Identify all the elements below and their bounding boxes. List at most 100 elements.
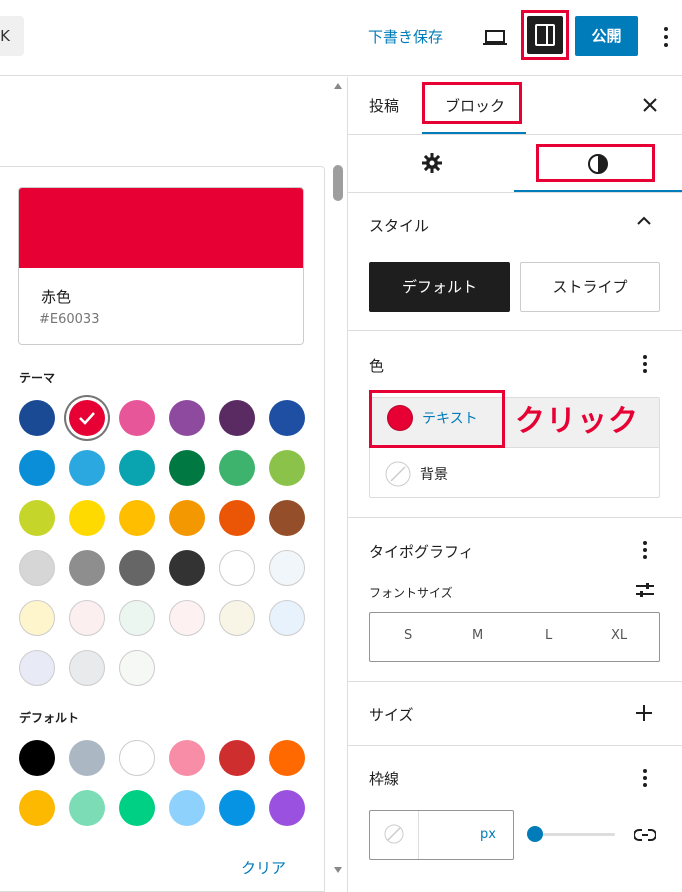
- theme-color-swatch[interactable]: [119, 650, 155, 686]
- theme-color-swatch[interactable]: [119, 400, 155, 436]
- font-size-xl[interactable]: XL: [611, 628, 627, 643]
- border-color-none-icon[interactable]: [384, 824, 404, 844]
- theme-color-swatch[interactable]: [119, 550, 155, 586]
- font-size-s[interactable]: S: [404, 628, 412, 643]
- styles-tab-highlight[interactable]: [536, 144, 655, 182]
- theme-color-swatch[interactable]: [219, 600, 255, 636]
- back-button[interactable]: K: [0, 16, 24, 56]
- border-width-slider-thumb[interactable]: [527, 826, 543, 842]
- check-icon: [79, 412, 95, 425]
- theme-color-swatch[interactable]: [69, 500, 105, 536]
- clear-color-button[interactable]: クリア: [241, 857, 286, 878]
- theme-color-swatch[interactable]: [269, 600, 305, 636]
- default-color-swatch[interactable]: [119, 740, 155, 776]
- preview-laptop-icon[interactable]: [482, 24, 508, 50]
- border-width-slider-track[interactable]: [535, 833, 615, 836]
- unlink-sides-icon[interactable]: [634, 826, 656, 844]
- gear-icon[interactable]: [420, 151, 444, 175]
- chevron-up-icon[interactable]: [636, 215, 652, 227]
- scroll-down-arrow-icon[interactable]: [334, 867, 342, 873]
- typography-panel-title: タイポグラフィ: [369, 543, 474, 561]
- tab-block[interactable]: ブロック: [445, 95, 505, 116]
- selected-color-name: 赤色: [41, 288, 72, 306]
- tab-post[interactable]: 投稿: [369, 95, 399, 116]
- scroll-up-arrow-icon[interactable]: [334, 83, 342, 89]
- theme-color-swatch[interactable]: [169, 600, 205, 636]
- publish-button[interactable]: 公開: [575, 16, 638, 56]
- theme-color-swatch[interactable]: [19, 650, 55, 686]
- theme-color-swatch[interactable]: [19, 550, 55, 586]
- default-color-swatch[interactable]: [69, 740, 105, 776]
- text-color-swatch: [387, 405, 413, 431]
- font-size-m[interactable]: M: [472, 628, 483, 643]
- font-size-label: フォントサイズ: [369, 586, 453, 600]
- theme-color-swatch[interactable]: [69, 550, 105, 586]
- default-color-swatch[interactable]: [119, 790, 155, 826]
- save-draft-button[interactable]: 下書き保存: [368, 26, 443, 47]
- border-unit-select[interactable]: px: [480, 827, 496, 842]
- default-color-swatch[interactable]: [19, 790, 55, 826]
- default-color-swatch[interactable]: [69, 790, 105, 826]
- style-default-button[interactable]: デフォルト: [369, 262, 510, 312]
- theme-color-swatch[interactable]: [269, 400, 305, 436]
- border-input-divider: [418, 811, 419, 859]
- default-color-swatch[interactable]: [219, 790, 255, 826]
- size-panel-title: サイズ: [369, 706, 414, 724]
- theme-color-swatch[interactable]: [169, 500, 205, 536]
- contrast-icon: [588, 154, 608, 174]
- settings-panel-toggle-button[interactable]: [527, 16, 563, 54]
- text-color-item[interactable]: テキスト: [422, 408, 478, 428]
- border-width-input[interactable]: px: [369, 810, 514, 860]
- theme-color-swatch[interactable]: [169, 550, 205, 586]
- background-color-item[interactable]: 背景: [420, 464, 448, 484]
- theme-color-swatch[interactable]: [19, 500, 55, 536]
- typography-options-icon[interactable]: [642, 540, 648, 560]
- default-color-swatch[interactable]: [169, 740, 205, 776]
- default-color-swatch[interactable]: [269, 790, 305, 826]
- theme-color-swatch[interactable]: [119, 450, 155, 486]
- theme-color-swatch[interactable]: [269, 550, 305, 586]
- default-color-swatch[interactable]: [19, 740, 55, 776]
- custom-size-sliders-icon[interactable]: [634, 581, 656, 599]
- settings-sidebar: 投稿 ブロック スタイル デフォルト ストライプ 色 背景 テキスト クリック …: [347, 77, 682, 892]
- theme-color-swatch[interactable]: [19, 400, 55, 436]
- theme-color-swatch[interactable]: [219, 500, 255, 536]
- theme-color-swatch[interactable]: [19, 600, 55, 636]
- default-color-swatch[interactable]: [169, 790, 205, 826]
- theme-color-swatch[interactable]: [219, 550, 255, 586]
- no-color-icon: [385, 461, 411, 487]
- default-color-swatch[interactable]: [269, 740, 305, 776]
- border-options-icon[interactable]: [642, 768, 648, 788]
- theme-color-swatch[interactable]: [169, 450, 205, 486]
- theme-color-swatch[interactable]: [169, 400, 205, 436]
- color-options-icon[interactable]: [642, 354, 648, 374]
- font-size-segmented-control: S M L XL: [369, 612, 660, 662]
- theme-color-swatch[interactable]: [69, 600, 105, 636]
- theme-color-swatch[interactable]: [269, 450, 305, 486]
- theme-color-swatch[interactable]: [69, 450, 105, 486]
- theme-color-swatch[interactable]: [19, 450, 55, 486]
- font-size-l[interactable]: L: [545, 628, 552, 643]
- style-stripe-button[interactable]: ストライプ: [520, 262, 660, 312]
- theme-color-swatch[interactable]: [119, 500, 155, 536]
- text-color-highlight[interactable]: テキスト: [369, 390, 505, 448]
- selected-color-hex: #E60033: [39, 312, 100, 327]
- editor-scrollbar[interactable]: [330, 77, 346, 892]
- theme-color-swatch[interactable]: [219, 400, 255, 436]
- sidebar-tabs: 投稿 ブロック: [348, 77, 682, 135]
- theme-color-swatch[interactable]: [219, 450, 255, 486]
- default-color-swatch[interactable]: [219, 740, 255, 776]
- more-options-icon[interactable]: [656, 22, 676, 52]
- selected-color-preview: [19, 188, 303, 268]
- style-panel-title[interactable]: スタイル: [369, 215, 429, 236]
- theme-color-swatch[interactable]: [69, 650, 105, 686]
- add-size-plus-icon[interactable]: [635, 704, 653, 722]
- selected-color-card[interactable]: 赤色 #E60033: [18, 187, 304, 345]
- theme-color-swatch[interactable]: [119, 600, 155, 636]
- size-panel: サイズ: [348, 682, 682, 746]
- color-picker-popover: 赤色 #E60033 テーマ デフォルト クリア: [0, 166, 325, 892]
- theme-color-swatch[interactable]: [69, 400, 105, 436]
- theme-color-swatch[interactable]: [269, 500, 305, 536]
- close-icon[interactable]: [638, 93, 662, 117]
- scroll-thumb[interactable]: [333, 165, 343, 201]
